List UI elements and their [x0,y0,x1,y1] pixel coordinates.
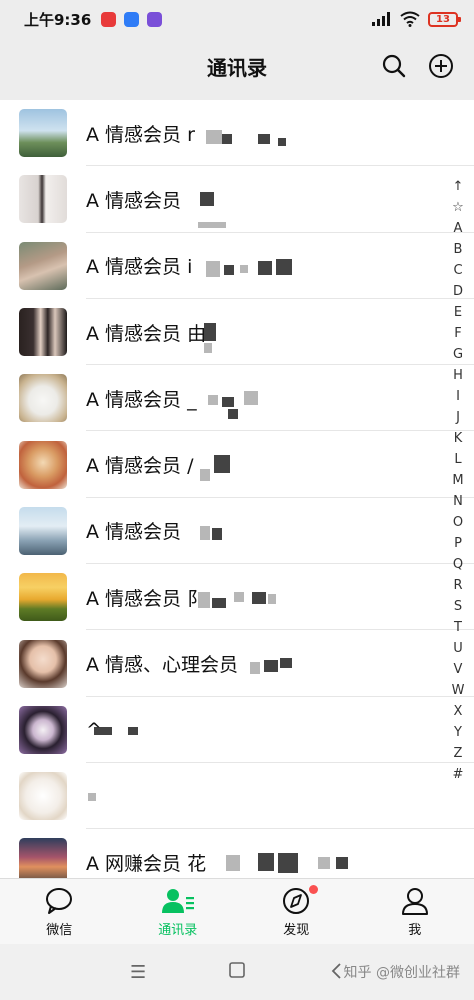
index-letter[interactable]: Q [453,554,463,575]
system-nav-bar: ☰ 知乎 @微创业社群 [0,944,474,1000]
contact-name: A 情感会员 r [86,123,195,146]
tab-discover[interactable]: 发现 [237,879,356,944]
contact-name: A 情感会员 [86,521,182,544]
tab-label: 我 [408,923,422,938]
index-letter[interactable]: T [454,617,462,638]
person-icon [401,888,428,915]
contact-row[interactable]: ^ [0,697,474,763]
compass-icon [283,888,310,914]
index-letter[interactable]: S [454,596,462,617]
contact-row[interactable]: A 情感会员 [0,498,474,565]
menu-icon[interactable]: ☰ [130,962,146,983]
wechat-contacts-screen: 上午9:36 13 通讯录 A 情感会员 r A 情感会员 A 情感会员 i A… [0,0,474,1000]
index-letter[interactable]: I [456,386,460,407]
contact-name: A 网赚会员 花 [86,852,207,875]
avatar [19,308,67,357]
index-letter[interactable]: P [454,533,462,554]
contact-row[interactable]: A 情感会员 [0,166,474,233]
app-notification-icon [124,11,140,27]
tab-label: 通讯录 [158,923,198,938]
contact-name: A 情感会员 / [86,455,194,478]
status-indicators: 13 [372,11,461,27]
battery-icon: 13 [428,11,461,27]
index-letter[interactable]: Z [454,743,463,764]
contact-row[interactable]: A 情感、心理会员 [0,630,474,697]
search-icon[interactable] [378,50,410,82]
index-letter[interactable]: # [453,764,464,785]
avatar [19,573,67,622]
avatar [19,374,67,423]
tab-label: 发现 [283,923,310,938]
avatar [19,440,67,489]
avatar [19,241,67,290]
avatar [19,838,67,878]
contact-row[interactable] [0,763,474,830]
index-letter[interactable]: Y [454,722,462,743]
tab-label: 微信 [46,923,73,938]
index-letter[interactable]: C [453,260,462,281]
tab-contacts[interactable]: 通讯录 [119,879,238,944]
alphabet-index[interactable]: ↑ ☆ A B C D E F G H I J K L M N O P Q R S T U V W X Y Z # [448,176,468,785]
contact-list[interactable]: A 情感会员 r A 情感会员 A 情感会员 i A 情感会员 由 A 情感会员… [0,100,474,878]
index-letter[interactable]: ↑ [453,176,464,197]
avatar [19,772,67,821]
contact-name: A 情感会员 _ [86,388,197,411]
tab-chats[interactable]: 微信 [0,879,119,944]
avatar [19,705,67,754]
contact-row[interactable]: A 情感会员 i [0,233,474,299]
page-title: 通讯录 [207,55,267,80]
index-letter[interactable]: J [456,407,460,428]
index-letter[interactable]: R [453,575,462,596]
avatar [19,109,67,158]
index-letter[interactable]: X [454,701,463,722]
index-letter[interactable]: B [454,239,463,260]
status-bar: 上午9:36 13 [0,0,474,38]
wifi-icon [400,11,420,27]
signal-icon [372,12,390,26]
index-letter[interactable]: O [453,512,463,533]
index-letter[interactable]: D [453,281,463,302]
contact-row[interactable]: A 网赚会员 花 [0,829,474,878]
index-letter[interactable]: V [454,659,463,680]
index-letter[interactable]: M [452,470,463,491]
contact-name: A 情感会员 i [86,256,193,279]
index-letter[interactable]: N [453,491,463,512]
index-letter[interactable]: K [454,428,463,449]
chat-bubble-icon [46,888,73,914]
contacts-icon [161,889,194,913]
status-time: 上午9:36 [24,10,92,29]
contact-row[interactable]: A 情感会员 由 [0,299,474,366]
contact-name: A 情感会员 由 [86,322,207,345]
index-letter[interactable]: H [453,365,463,386]
contact-name: A 情感会员 阝 [86,587,207,610]
index-letter[interactable]: ☆ [452,197,464,218]
index-letter[interactable]: G [453,344,463,365]
tab-me[interactable]: 我 [356,879,474,944]
contact-row[interactable]: A 情感会员 阝 [0,564,474,631]
index-letter[interactable]: W [452,680,465,701]
back-icon[interactable] [330,962,342,985]
avatar [19,175,67,224]
title-bar: 通讯录 [0,38,474,94]
home-icon[interactable] [229,962,245,983]
notification-dot [309,885,318,894]
contact-row[interactable]: A 情感会员 _ [0,365,474,432]
contact-name: A 情感会员 [86,189,182,212]
app-notification-icon [101,11,117,27]
index-letter[interactable]: L [454,449,461,470]
contact-row[interactable]: A 情感会员 r [0,100,474,167]
avatar [19,506,67,555]
bottom-tab-bar: 微信 通讯录 发现 我 [0,878,474,944]
app-notification-icon [147,11,163,27]
plus-circle-icon[interactable] [425,50,457,82]
watermark: 知乎 @微创业社群 [343,965,460,981]
index-letter[interactable]: F [454,323,461,344]
index-letter[interactable]: U [453,638,463,659]
avatar [19,639,67,688]
index-letter[interactable]: E [454,302,462,323]
index-letter[interactable]: A [454,218,463,239]
contact-row[interactable]: A 情感会员 / [0,431,474,498]
contact-name: A 情感、心理会员 [86,654,239,677]
